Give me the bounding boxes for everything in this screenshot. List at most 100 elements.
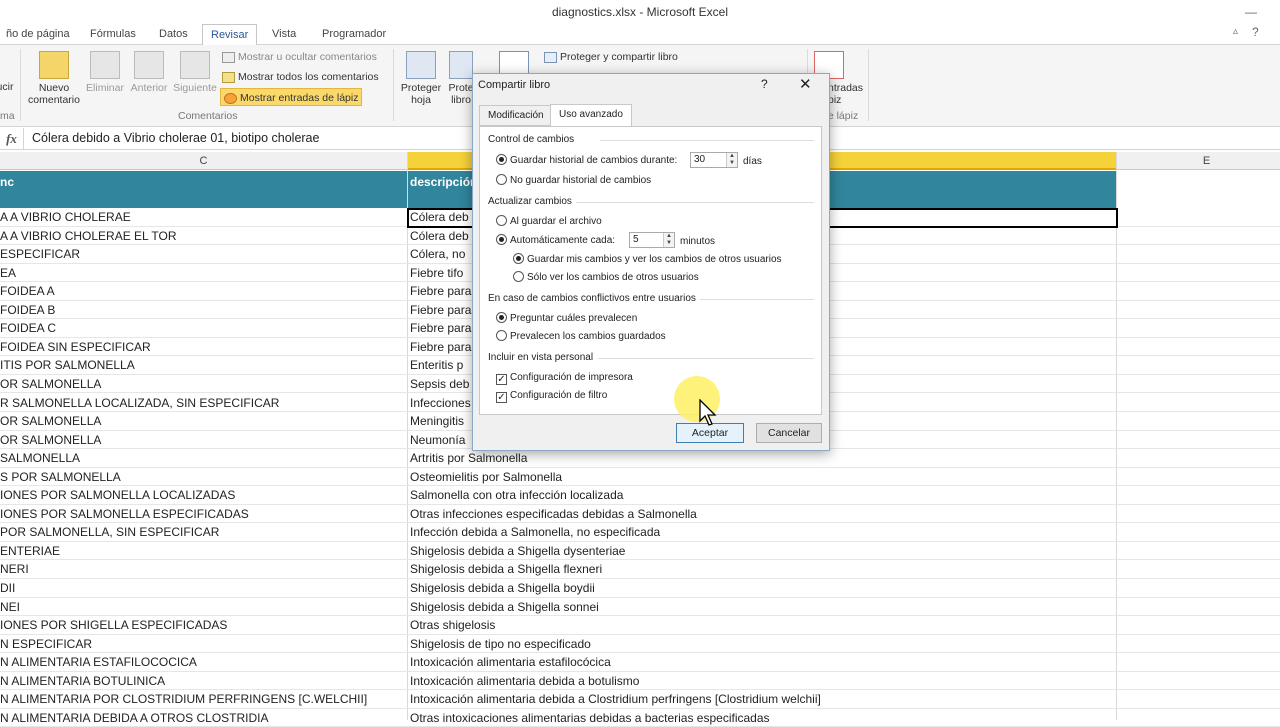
dialog-close-button[interactable]: ✕ [799,75,812,93]
cell-d[interactable]: Otras shigelosis [410,616,1116,635]
cell-c[interactable]: FOIDEA B [0,301,407,320]
radio-solo-ver[interactable]: Sólo ver los cambios de otros usuarios [513,271,699,284]
next-comment-button[interactable]: Siguiente [171,51,219,94]
tab-uso-avanzado[interactable]: Uso avanzado [550,104,632,127]
cell-c[interactable]: DII [0,579,407,598]
radio-guardar-mis-cambios[interactable]: Guardar mis cambios y ver los cambios de… [513,253,782,266]
cell-c[interactable]: A A VIBRIO CHOLERAE [0,208,407,227]
cell-c[interactable]: EA [0,264,407,283]
cell-c[interactable]: N ESPECIFICAR [0,635,407,654]
tab-formulas[interactable]: Fórmulas [82,24,144,45]
cell-c[interactable]: IONES POR SALMONELLA LOCALIZADAS [0,486,407,505]
previous-comment-button[interactable]: Anterior [127,51,171,94]
cell-c[interactable]: N ALIMENTARIA BOTULINICA [0,672,407,691]
partial-button[interactable]: ucir [0,81,16,93]
cell-d[interactable]: Intoxicación alimentaria debida a botuli… [410,672,1116,691]
checkbox-impresora[interactable]: ✓ Configuración de impresora [496,371,633,385]
comments-group-label: Comentarios [178,110,238,122]
table-row: IONES POR SALMONELLA ESPECIFICADAS Otras … [0,505,1280,524]
protect-workbook-icon [449,51,473,79]
cell-d[interactable]: Intoxicación alimentaria estafilocócica [410,653,1116,672]
protect-share-workbook-button[interactable]: Proteger y compartir libro [544,48,678,66]
tab-view[interactable]: Vista [264,24,304,45]
insert-function-icon[interactable]: fx [0,128,24,150]
table-row: N ALIMENTARIA DEBIDA A OTROS CLOSTRIDIA O… [0,709,1280,727]
days-stepper[interactable]: 30 ▲ ▼ [690,152,738,168]
table-row: N ALIMENTARIA POR CLOSTRIDIUM PERFRINGEN… [0,690,1280,709]
protect-share-label: Proteger y compartir libro [560,51,678,63]
radio-empty-icon [496,215,507,226]
minutes-stepper[interactable]: 5 ▲ ▼ [629,232,675,248]
table-row: SALMONELLA Artritis por Salmonella [0,449,1280,468]
cell-d[interactable]: Otras infecciones especificadas debidas … [410,505,1116,524]
radio-automaticamente[interactable]: Automáticamente cada: [496,234,615,247]
new-comment-button[interactable]: Nuevo comentario [24,51,84,106]
cell-d[interactable]: Artritis por Salmonella [410,449,1116,468]
cell-c[interactable]: R SALMONELLA LOCALIZADA, SIN ESPECIFICAR [0,394,407,413]
radio-al-guardar[interactable]: Al guardar el archivo [496,215,602,228]
tab-modificacion[interactable]: Modificación [479,105,553,126]
column-header-e[interactable]: E [1117,152,1280,170]
tab-developer[interactable]: Programador [314,24,394,45]
cell-c[interactable]: ENTERIAE [0,542,407,561]
cell-d[interactable]: Shigelosis debida a Shigella flexneri [410,560,1116,579]
cell-c[interactable]: POR SALMONELLA, SIN ESPECIFICAR [0,523,407,542]
cancel-button[interactable]: Cancelar [756,423,822,443]
column-header-c[interactable]: C [0,152,408,170]
cell-d[interactable]: Shigelosis de tipo no especificado [410,635,1116,654]
header-cell-d[interactable]: descripción [410,175,477,189]
cell-c[interactable]: IONES POR SALMONELLA ESPECIFICADAS [0,505,407,524]
help-icon[interactable]: ? [1252,25,1259,39]
cell-c[interactable]: FOIDEA A [0,282,407,301]
radio-prevalecen[interactable]: Prevalecen los cambios guardados [496,330,666,343]
show-ink-button[interactable]: Mostrar entradas de lápiz [220,88,363,106]
cell-d[interactable]: Shigelosis debida a Shigella boydii [410,579,1116,598]
protect-sheet-button[interactable]: Proteger hoja [398,51,444,106]
cell-d[interactable]: Osteomielitis por Salmonella [410,468,1116,487]
dialog-help-button[interactable]: ? [761,77,768,91]
cell-d[interactable]: Otras intoxicaciones alimentarias debida… [410,709,1116,727]
cell-c[interactable]: N ALIMENTARIA POR CLOSTRIDIUM PERFRINGEN… [0,690,407,709]
radio-preguntar[interactable]: Preguntar cuáles prevalecen [496,312,637,325]
cell-c[interactable]: N ALIMENTARIA ESTAFILOCOCICA [0,653,407,672]
collapse-ribbon-icon[interactable]: ▵ [1233,26,1238,37]
spin-arrows-icon[interactable]: ▲ ▼ [726,153,737,167]
cell-c[interactable]: ITIS POR SALMONELLA [0,356,407,375]
show-ink-label: Mostrar entradas de lápiz [240,92,359,104]
tab-review[interactable]: Revisar [202,24,258,46]
cell-c[interactable]: N ALIMENTARIA DEBIDA A OTROS CLOSTRIDIA [0,709,407,727]
minimize-button[interactable]: — [1236,0,1266,24]
cell-c[interactable]: OR SALMONELLA [0,375,407,394]
cell-d[interactable]: Shigelosis debida a Shigella dysenteriae [410,542,1116,561]
cell-c[interactable]: IONES POR SHIGELLA ESPECIFICADAS [0,616,407,635]
cell-c[interactable]: S POR SALMONELLA [0,468,407,487]
cell-c[interactable]: A A VIBRIO CHOLERAE EL TOR [0,227,407,246]
tab-page-layout[interactable]: ño de página [0,24,78,45]
cell-c[interactable]: FOIDEA C [0,319,407,338]
radio-empty-icon [513,271,524,282]
section-divider [576,202,814,203]
cell-c[interactable]: ESPECIFICAR [0,245,407,264]
cell-d[interactable]: Salmonella con otra infección localizada [410,486,1116,505]
cell-c[interactable]: NERI [0,560,407,579]
header-cell-c[interactable]: nc [0,175,14,189]
show-all-comments-button[interactable]: Mostrar todos los comentarios [222,68,379,86]
radio-no-guardar[interactable]: No guardar historial de cambios [496,174,651,187]
delete-comment-button[interactable]: Eliminar [84,51,126,94]
cell-d[interactable]: Intoxicación alimentaria debida a Clostr… [410,690,1116,709]
cell-c[interactable]: SALMONELLA [0,449,407,468]
show-hide-comments-button[interactable]: Mostrar u ocultar comentarios [222,48,377,66]
tab-data[interactable]: Datos [151,24,196,45]
cell-c[interactable]: FOIDEA SIN ESPECIFICAR [0,338,407,357]
cell-d[interactable]: Infección debida a Salmonella, no especi… [410,523,1116,542]
checkbox-filtro[interactable]: ✓ Configuración de filtro [496,389,607,403]
spin-arrows-icon[interactable]: ▲ ▼ [663,233,674,247]
checkbox-label: Configuración de filtro [510,390,608,401]
cell-c[interactable]: NEI [0,598,407,617]
formula-input[interactable]: Cólera debido a Vibrio cholerae 01, biot… [32,128,319,149]
radio-guardar-historial[interactable]: Guardar historial de cambios durante: [496,154,677,167]
days-value: 30 [694,154,706,165]
cell-c[interactable]: OR SALMONELLA [0,412,407,431]
cell-d[interactable]: Shigelosis debida a Shigella sonnei [410,598,1116,617]
cell-c[interactable]: OR SALMONELLA [0,431,407,450]
